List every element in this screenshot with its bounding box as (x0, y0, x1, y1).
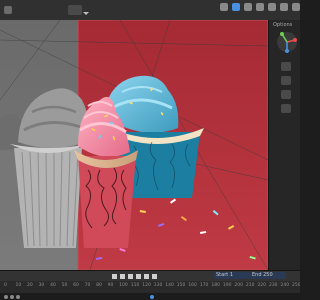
frame-tick-label: 100 (119, 283, 128, 288)
frame-tick-label: 30 (38, 283, 45, 288)
frame-tick-label: 170 (199, 283, 209, 288)
sidebar-options-label[interactable]: Options (273, 22, 292, 28)
frame-tick-label: 140 (165, 283, 174, 288)
playhead-marker-icon[interactable] (150, 295, 154, 299)
shading-options-icon[interactable] (292, 3, 300, 11)
3d-viewport[interactable] (0, 20, 268, 270)
frame-tick-label: 190 (222, 283, 232, 288)
timeline-editor: Start 1 End 250 0 10 20 30 40 50 60 70 80 90 100 11… (0, 270, 300, 300)
xray-icon[interactable] (244, 3, 252, 11)
view-tool-icon[interactable] (4, 6, 12, 14)
frame-tick-label: 210 (245, 283, 255, 288)
frame-tick-label: 220 (257, 283, 267, 288)
gizmo-toggle-icon[interactable] (232, 3, 240, 11)
camera-view-icon[interactable] (281, 90, 291, 99)
viewport-scene (0, 20, 268, 270)
step-back-icon[interactable] (120, 274, 125, 279)
object-mode-dropdown[interactable] (68, 5, 82, 15)
frame-tick-label: 60 (73, 283, 79, 288)
frame-tick-label: 90 (107, 283, 114, 288)
frame-tick-label: 0 (4, 283, 7, 288)
frame-tick-label: 110 (130, 283, 140, 288)
frame-tick-label: 240 (280, 283, 290, 288)
overlay-icon[interactable] (220, 3, 228, 11)
status-dot (16, 295, 20, 299)
status-bar (0, 293, 300, 300)
zoom-icon[interactable] (281, 62, 291, 71)
playback-controls: Start 1 End 250 (0, 271, 300, 281)
frame-tick-label: 160 (188, 283, 197, 288)
frame-ruler[interactable]: 0 10 20 30 40 50 60 70 80 90 100 110 120 130 140 150 160… (0, 281, 300, 293)
pan-icon[interactable] (281, 76, 291, 85)
frame-tick-label: 70 (84, 283, 91, 288)
navigation-gizmo-icon[interactable] (275, 30, 299, 54)
rendered-shading-icon[interactable] (280, 3, 288, 11)
play-reverse-icon[interactable] (128, 274, 133, 279)
chevron-down-icon (83, 12, 89, 15)
start-frame-value: 1 (229, 272, 233, 278)
frame-tick-label: 40 (50, 283, 56, 288)
viewport-shading-controls (220, 3, 300, 11)
right-sidebar: Options (268, 20, 300, 270)
start-frame-label: Start (216, 272, 229, 278)
viewport-header (0, 0, 300, 21)
frame-tick-label: 230 (268, 283, 278, 288)
play-icon[interactable] (136, 274, 141, 279)
solid-shading-icon[interactable] (256, 3, 264, 11)
frame-tick-label: 130 (153, 283, 163, 288)
frame-tick-label: 120 (142, 283, 151, 288)
frame-tick-label: 150 (176, 283, 186, 288)
perspective-toggle-icon[interactable] (281, 104, 291, 113)
blender-window: Options Start 1 End 250 0 10 20 30 40 50… (0, 0, 300, 300)
material-shading-icon[interactable] (268, 3, 276, 11)
end-frame-value: 250 (263, 272, 273, 278)
status-dot (10, 295, 14, 299)
frame-tick-label: 200 (234, 283, 243, 288)
frame-tick-label: 80 (96, 283, 102, 288)
frame-tick-label: 250 (292, 283, 300, 288)
jump-end-icon[interactable] (152, 274, 157, 279)
jump-start-icon[interactable] (112, 274, 117, 279)
frame-tick-label: 20 (27, 283, 33, 288)
frame-tick-label: 180 (211, 283, 220, 288)
step-forward-icon[interactable] (144, 274, 149, 279)
end-frame-field[interactable]: End 250 (250, 272, 286, 279)
end-frame-label: End (252, 272, 262, 278)
status-dot (4, 295, 8, 299)
start-frame-field[interactable]: Start 1 (214, 272, 250, 279)
frame-tick-label: 50 (61, 283, 68, 288)
frame-tick-label: 10 (15, 283, 22, 288)
